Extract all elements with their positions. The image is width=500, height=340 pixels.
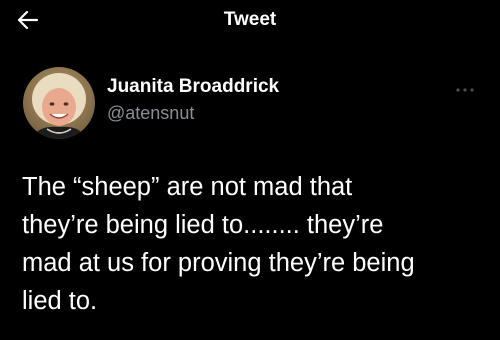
- more-options-button[interactable]: [454, 84, 476, 96]
- tweet-text-line: lied to.: [22, 287, 98, 315]
- tweet-text-line: mad at us for proving they’re being: [22, 249, 415, 277]
- more-horizontal-icon: [456, 88, 474, 92]
- page-title: Tweet: [223, 9, 277, 30]
- profile-photo: [23, 67, 95, 139]
- tweet-text-line: they’re being lied to........ they’re: [22, 211, 384, 239]
- author-handle[interactable]: @atensnut: [107, 103, 194, 124]
- avatar[interactable]: [23, 67, 95, 139]
- tweet-text: The “sheep” are not mad that they’re bei…: [22, 168, 492, 320]
- top-bar: Tweet: [0, 0, 500, 44]
- author-name[interactable]: Juanita Broaddrick: [107, 76, 279, 98]
- tweet-text-line: The “sheep” are not mad that: [22, 173, 353, 201]
